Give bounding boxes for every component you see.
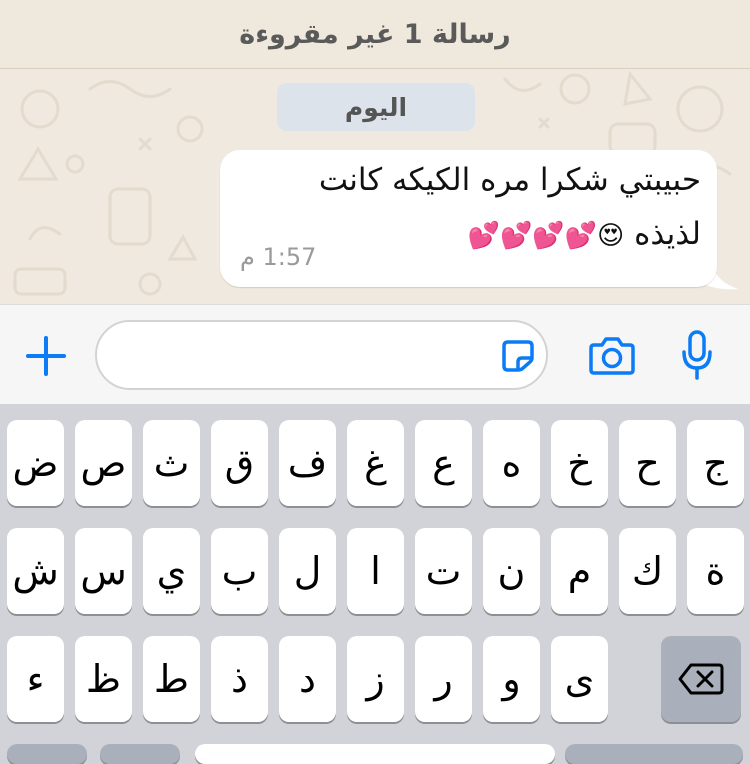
key[interactable]: ء xyxy=(7,636,64,722)
unread-messages-banner: رسالة 1 غير مقروءة xyxy=(0,0,750,69)
microphone-icon[interactable] xyxy=(680,330,714,382)
key[interactable]: ت xyxy=(415,528,472,614)
message-text-line2: لذيذه 😍💕💕💕💕 xyxy=(468,216,701,252)
message-text-line1: حبيبتي شكرا مره الكيكه كانت xyxy=(318,162,701,198)
chat-area[interactable]: اليوم حبيبتي شكرا مره الكيكه كانت لذيذه … xyxy=(0,69,750,304)
key[interactable]: ح xyxy=(619,420,676,506)
key[interactable]: ه xyxy=(483,420,540,506)
day-label: اليوم xyxy=(344,92,408,122)
key[interactable]: ث xyxy=(143,420,200,506)
key[interactable]: ظ xyxy=(75,636,132,722)
delete-key[interactable] xyxy=(661,636,741,722)
key[interactable]: س xyxy=(75,528,132,614)
key[interactable]: ا xyxy=(347,528,404,614)
key[interactable]: ل xyxy=(279,528,336,614)
key[interactable]: ة xyxy=(687,528,744,614)
return-key[interactable] xyxy=(565,744,743,764)
key[interactable]: ذ xyxy=(211,636,268,722)
key[interactable]: ض xyxy=(7,420,64,506)
unread-messages-label: رسالة 1 غير مقروءة xyxy=(239,18,511,50)
message-timestamp: 1:57 م xyxy=(240,243,317,271)
key[interactable]: ق xyxy=(211,420,268,506)
key[interactable]: ص xyxy=(75,420,132,506)
key[interactable]: ز xyxy=(347,636,404,722)
message-emojis: 😍💕💕💕💕 xyxy=(467,221,625,251)
key[interactable]: ك xyxy=(619,528,676,614)
key[interactable]: ف xyxy=(279,420,336,506)
plus-icon[interactable] xyxy=(25,335,67,377)
key[interactable]: ع xyxy=(415,420,472,506)
incoming-message-bubble[interactable]: حبيبتي شكرا مره الكيكه كانت لذيذه 😍💕💕💕💕 … xyxy=(220,150,717,287)
key[interactable]: غ xyxy=(347,420,404,506)
key[interactable]: ن xyxy=(483,528,540,614)
arabic-keyboard: ض ص ث ق ف غ ع ه خ ح ج ش س ي ب ل ا ت ن م … xyxy=(0,404,750,764)
space-key[interactable] xyxy=(195,744,555,764)
key[interactable]: ش xyxy=(7,528,64,614)
key[interactable]: ج xyxy=(687,420,744,506)
camera-icon[interactable] xyxy=(588,333,636,377)
message-text-word: لذيذه xyxy=(634,216,701,252)
day-separator-chip: اليوم xyxy=(277,83,475,131)
key[interactable]: ى xyxy=(551,636,608,722)
key[interactable]: و xyxy=(483,636,540,722)
message-input[interactable] xyxy=(95,320,548,390)
key[interactable]: د xyxy=(279,636,336,722)
sticker-icon[interactable] xyxy=(500,338,536,374)
key[interactable]: ر xyxy=(415,636,472,722)
message-input-bar xyxy=(0,304,750,405)
backspace-icon xyxy=(678,663,724,695)
key[interactable]: خ xyxy=(551,420,608,506)
key[interactable]: ب xyxy=(211,528,268,614)
key[interactable]: ط xyxy=(143,636,200,722)
keyboard-bottom-row-key[interactable] xyxy=(100,744,180,764)
key[interactable]: ي xyxy=(143,528,200,614)
key[interactable]: م xyxy=(551,528,608,614)
keyboard-bottom-row-key[interactable] xyxy=(7,744,87,764)
